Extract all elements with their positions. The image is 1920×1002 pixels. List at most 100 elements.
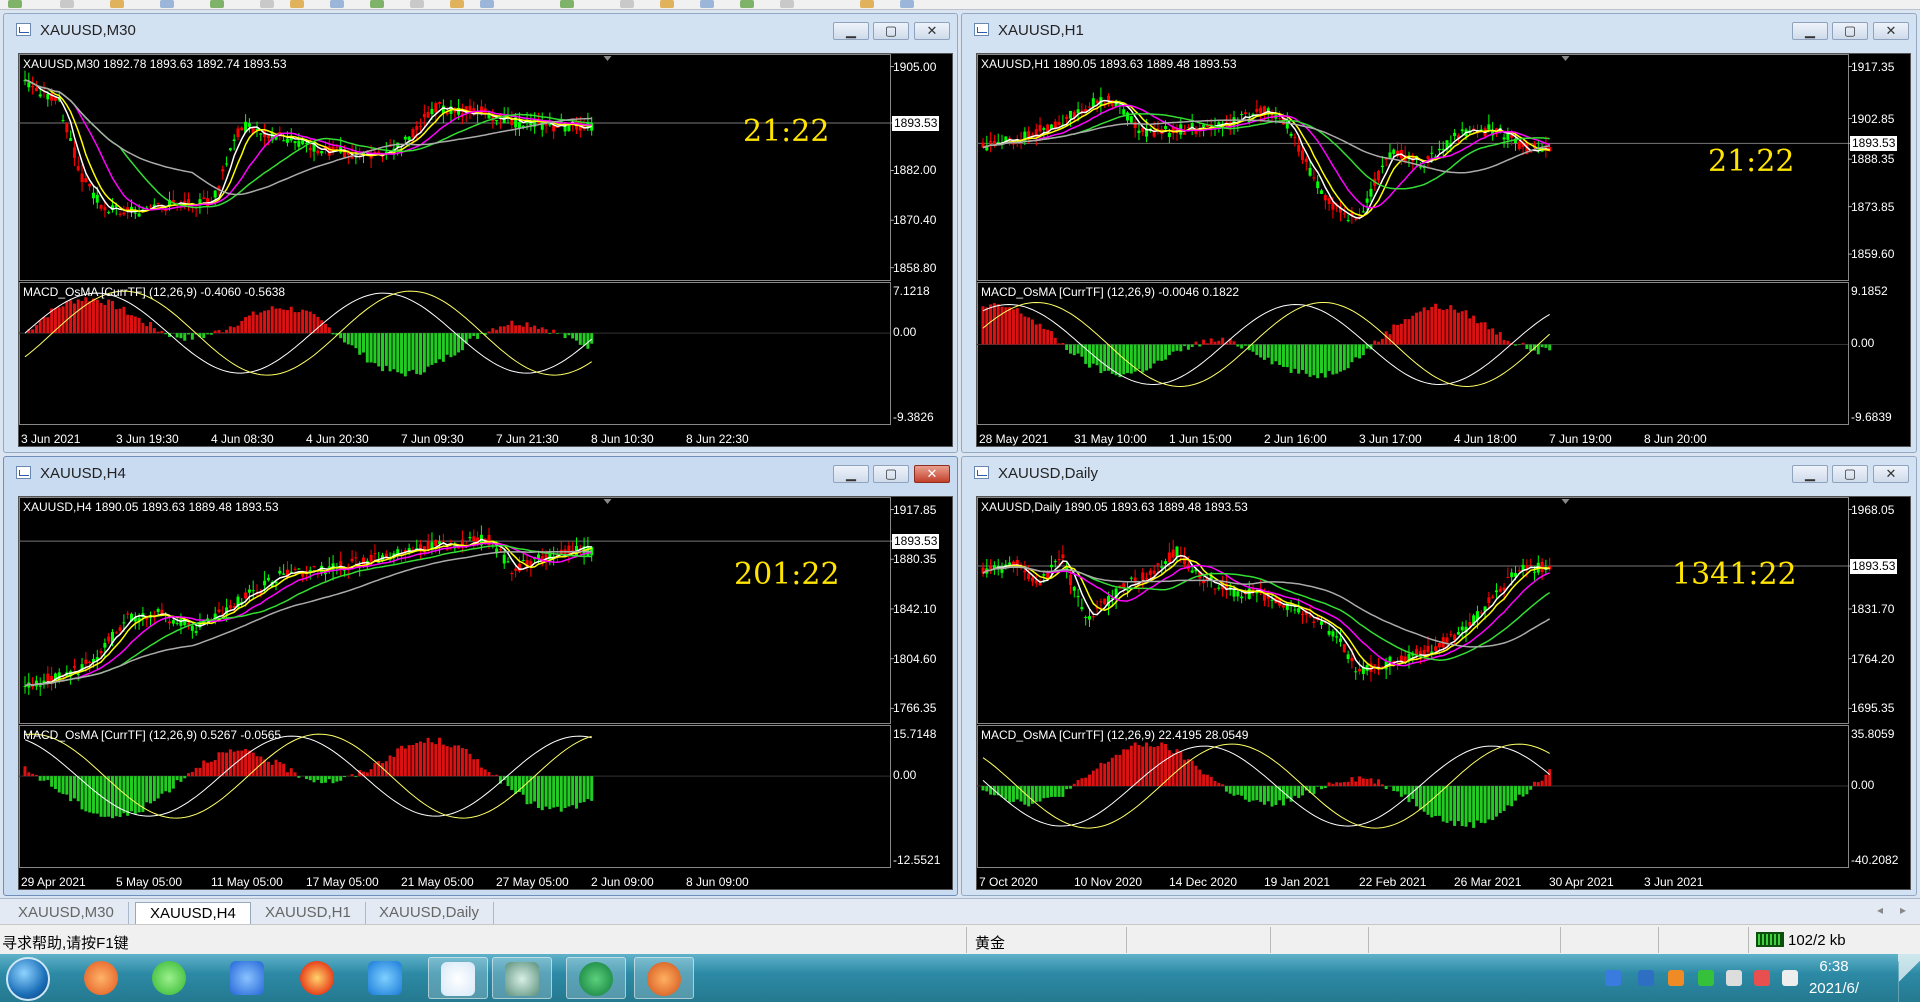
toolbar-button[interactable]: [560, 0, 574, 8]
toolbar-button[interactable]: [480, 0, 494, 8]
minimize-button[interactable]: ▁: [833, 465, 869, 483]
toolbar-button[interactable]: [290, 0, 304, 8]
macd-histogram-bar: [42, 316, 46, 334]
candle-body: [1346, 654, 1350, 660]
candle-body: [1437, 643, 1441, 648]
tab-scroll-right-icon[interactable]: ▸: [1900, 903, 1906, 917]
toolbar-button[interactable]: [620, 0, 634, 8]
macd-histogram-bar: [1221, 337, 1225, 345]
toolbar-button[interactable]: [900, 0, 914, 8]
minimize-button[interactable]: ▁: [1792, 465, 1828, 483]
chart-canvas[interactable]: [977, 54, 1912, 448]
candle-body: [426, 541, 430, 551]
candle-body: [156, 609, 160, 612]
toolbar-button[interactable]: [660, 0, 674, 8]
toolbar-button[interactable]: [860, 0, 874, 8]
close-button[interactable]: ✕: [914, 465, 950, 483]
taskbar-app[interactable]: [492, 957, 552, 999]
toolbar-button[interactable]: [740, 0, 754, 8]
start-button[interactable]: [6, 957, 50, 1001]
chart-shift-marker[interactable]: [1561, 499, 1570, 504]
macd-histogram-bar: [88, 301, 92, 334]
tab-scroll-left-icon[interactable]: ◂: [1877, 903, 1883, 917]
chart-window-h1[interactable]: XAUUSD,H1 ▁ ▢ ✕ XAUUSD,H1 1890.05 1893.63 18…: [961, 13, 1917, 453]
toolbar-button[interactable]: [700, 0, 714, 8]
system-tray-icon[interactable]: [1754, 970, 1770, 986]
connection-status-icon[interactable]: [1755, 931, 1785, 948]
macd-histogram-bar: [1346, 344, 1350, 369]
tab-xauusd-h4[interactable]: XAUUSD,H4: [135, 902, 251, 924]
taskbar-app[interactable]: [356, 957, 416, 999]
tab-xauusd-m30[interactable]: XAUUSD,M30: [4, 902, 129, 924]
taskbar-app[interactable]: [288, 957, 348, 999]
macd-histogram-bar: [202, 760, 206, 777]
tab-xauusd-daily[interactable]: XAUUSD,Daily: [365, 902, 495, 924]
window-titlebar[interactable]: XAUUSD,Daily ▁ ▢ ✕: [962, 457, 1916, 490]
toolbar-button[interactable]: [370, 0, 384, 8]
chart-window-h4[interactable]: XAUUSD,H4 ▁ ▢ ✕ XAUUSD,H4 1890.05 1893.63 18…: [3, 456, 958, 896]
candle-body: [323, 573, 327, 575]
macd-histogram-bar: [354, 776, 358, 777]
toolbar-button[interactable]: [160, 0, 174, 8]
close-button[interactable]: ✕: [1873, 465, 1909, 483]
toolbar-button[interactable]: [60, 0, 74, 8]
toolbar-button[interactable]: [780, 0, 794, 8]
system-tray-icon[interactable]: [1638, 970, 1654, 986]
minimize-button[interactable]: ▁: [1792, 22, 1828, 40]
toolbar-button[interactable]: [210, 0, 224, 8]
macd-histogram-bar: [1243, 344, 1247, 346]
toolbar-button[interactable]: [110, 0, 124, 8]
chart-window-m30[interactable]: XAUUSD,M30 ▁ ▢ ✕ XAUUSD,M30 1892.78 1893.63 …: [3, 13, 958, 453]
close-button[interactable]: ✕: [1873, 22, 1909, 40]
taskbar-app[interactable]: [218, 957, 278, 999]
show-desktop-button[interactable]: [1898, 954, 1920, 1002]
macd-axis-label: 15.7148: [893, 727, 937, 741]
chart-shift-marker[interactable]: [1561, 56, 1570, 61]
taskbar-app[interactable]: [428, 957, 488, 999]
maximize-button[interactable]: ▢: [1832, 22, 1868, 40]
candle-body: [1369, 188, 1373, 197]
taskbar-app[interactable]: [566, 957, 626, 999]
macd-histogram-bar: [1304, 344, 1308, 374]
toolbar-button[interactable]: [8, 0, 22, 8]
taskbar-app[interactable]: [140, 957, 200, 999]
tab-xauusd-h1[interactable]: XAUUSD,H1: [251, 902, 366, 924]
maximize-button[interactable]: ▢: [873, 465, 909, 483]
toolbar-button[interactable]: [410, 0, 424, 8]
window-titlebar[interactable]: XAUUSD,M30 ▁ ▢ ✕: [4, 14, 957, 47]
macd-histogram-bar: [1049, 786, 1053, 797]
window-titlebar[interactable]: XAUUSD,H4 ▁ ▢ ✕: [4, 457, 957, 490]
macd-histogram-bar: [1373, 783, 1377, 787]
chart-window-d1[interactable]: XAUUSD,Daily ▁ ▢ ✕ XAUUSD,Daily 1890.05 1893…: [961, 456, 1917, 896]
price-chart[interactable]: XAUUSD,Daily 1890.05 1893.63 1889.48 189…: [976, 496, 1911, 890]
macd-histogram-bar: [270, 306, 274, 334]
macd-histogram-bar: [1247, 786, 1251, 802]
price-chart[interactable]: XAUUSD,M30 1892.78 1893.63 1892.74 1893.…: [18, 53, 953, 447]
toolbar-button[interactable]: [260, 0, 274, 8]
price-chart[interactable]: XAUUSD,H4 1890.05 1893.63 1889.48 1893.5…: [18, 496, 953, 890]
macd-histogram-bar: [1057, 343, 1061, 345]
toolbar-button[interactable]: [330, 0, 344, 8]
taskbar-app[interactable]: [634, 957, 694, 999]
candle-body: [187, 622, 191, 625]
maximize-button[interactable]: ▢: [873, 22, 909, 40]
candle-body: [1434, 646, 1438, 651]
taskbar-app[interactable]: [72, 957, 132, 999]
candle-body: [1091, 98, 1095, 107]
minimize-button[interactable]: ▁: [833, 22, 869, 40]
system-tray-icon[interactable]: [1605, 970, 1621, 986]
macd-histogram-bar: [1209, 776, 1213, 787]
close-button[interactable]: ✕: [914, 22, 950, 40]
toolbar-button[interactable]: [450, 0, 464, 8]
candle-body: [171, 620, 175, 624]
taskbar-clock[interactable]: 6:38 2021/6/: [1784, 956, 1884, 1000]
chart-shift-marker[interactable]: [603, 499, 612, 504]
maximize-button[interactable]: ▢: [1832, 465, 1868, 483]
window-titlebar[interactable]: XAUUSD,H1 ▁ ▢ ✕: [962, 14, 1916, 47]
current-price-label: 1893.53: [892, 534, 940, 550]
price-chart[interactable]: XAUUSD,H1 1890.05 1893.63 1889.48 1893.5…: [976, 53, 1911, 447]
system-tray-icon[interactable]: [1668, 970, 1684, 986]
system-tray-icon[interactable]: [1698, 970, 1714, 986]
chart-shift-marker[interactable]: [603, 56, 612, 61]
system-tray-icon[interactable]: [1726, 970, 1742, 986]
